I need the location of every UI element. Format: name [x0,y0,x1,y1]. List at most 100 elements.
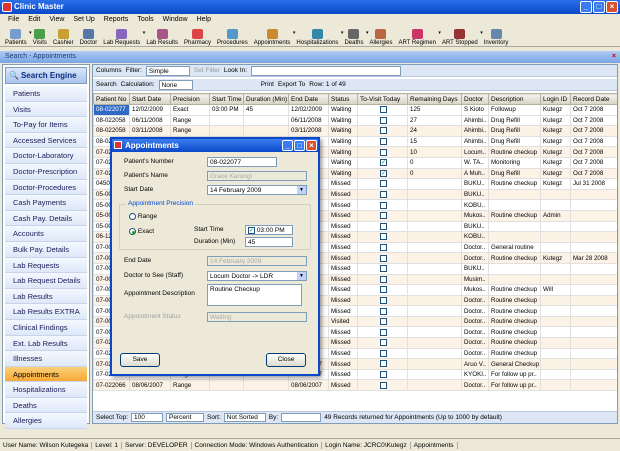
column-header[interactable]: Remaining Days [407,93,462,105]
column-header[interactable]: Login ID [540,93,571,105]
to-visit-checkbox[interactable] [380,349,387,357]
search-engine-header[interactable]: 🔍 Search Engine [5,67,87,84]
look-in-select[interactable] [251,65,402,76]
set-filter-button[interactable]: Set Filter [194,67,220,74]
chevron-down-icon[interactable]: ▼ [297,186,306,194]
sidebar-item-lab-results-extra[interactable]: Lab Results EXTRA [5,304,87,320]
close-section-icon[interactable]: × [612,51,616,63]
maximize-button[interactable]: □ [593,1,605,13]
duration-field[interactable]: 45 [245,237,293,247]
select-top-input[interactable]: 100 [131,413,164,422]
toolbar-lab-requests[interactable]: Lab Requests ▾ [100,24,145,46]
to-visit-checkbox[interactable] [380,233,387,241]
dialog-maximize-button[interactable]: □ [294,140,305,151]
to-visit-checkbox[interactable]: ✓ [380,159,387,167]
sidebar-item-lab-requests[interactable]: Lab Requests [5,257,87,274]
to-visit-checkbox[interactable] [380,381,387,389]
sidebar-item-deaths[interactable]: Deaths [5,397,87,414]
export-button[interactable]: Export To [278,81,305,88]
to-visit-checkbox[interactable] [380,318,387,326]
print-button[interactable]: Print [261,81,274,88]
doctor-select[interactable]: Locum Doctor -> LDR ▼ [207,271,307,281]
to-visit-checkbox[interactable] [380,180,387,188]
search-button[interactable]: Search [96,81,117,88]
toolbar-lab-results[interactable]: Lab Results [143,24,181,46]
column-header[interactable]: Duration (Min) [243,93,289,105]
sidebar-item-patients[interactable]: Patients [5,86,87,102]
toolbar-pharmacy[interactable]: Pharmacy [181,24,214,46]
minimize-button[interactable]: _ [580,1,592,13]
checkbox-icon[interactable]: ✓ [248,226,255,234]
sidebar-item-appointments[interactable]: Appointments [5,366,87,383]
toolbar-art-regimen[interactable]: ART Regimen ▾ [395,24,441,46]
to-visit-checkbox[interactable] [380,328,387,336]
patient-number-field[interactable]: 08-022077 [207,157,277,167]
description-textarea[interactable]: Routine Checkup [207,284,302,306]
sort-select[interactable]: Not Sorted [223,413,266,422]
toolbar-visits[interactable]: Visits [30,24,50,46]
sort-by-select[interactable] [281,413,322,422]
sidebar-item-allergies[interactable]: Allergies [5,413,87,430]
to-visit-checkbox[interactable] [380,127,387,135]
column-header[interactable]: Description [488,93,541,105]
calculation-select[interactable]: None [158,79,193,90]
to-visit-checkbox[interactable] [380,339,387,347]
start-time-field[interactable]: ✓ 03:00 PM [245,225,293,235]
to-visit-checkbox[interactable] [380,265,387,273]
toolbar-allergies[interactable]: Allergies [366,24,395,46]
column-header[interactable]: To-Visit Today [357,93,408,105]
toolbar-procedures[interactable]: Procedures [214,24,251,46]
to-visit-checkbox[interactable] [380,371,387,379]
save-button[interactable]: Save [120,353,160,367]
sidebar-item-accessed-services[interactable]: Accessed Services [5,132,87,149]
toolbar-hospitalizations[interactable]: Hospitalizations ▾ [293,24,343,46]
sidebar-item-to-pay-for-items[interactable]: To-Pay for Items [5,117,87,133]
to-visit-checkbox[interactable] [380,106,387,114]
column-header[interactable]: End Date [288,93,329,105]
to-visit-checkbox[interactable] [380,212,387,220]
filter-select[interactable]: Simple [145,65,190,76]
sidebar-item-bulk-pay-details[interactable]: Bulk Pay. Details [5,241,87,258]
column-header[interactable]: Patient No [93,93,130,105]
to-visit-checkbox[interactable] [380,296,387,304]
toolbar-deaths[interactable]: Deaths ▾ [341,24,368,46]
sidebar-item-hospitalizations[interactable]: Hospitalizations [5,382,87,398]
table-row[interactable]: 07-022066 08/06/2007 Range 08/06/2007 Missed… [93,379,617,392]
chevron-down-icon[interactable]: ▼ [297,272,306,280]
sidebar-item-lab-request-details[interactable]: Lab Request Details [5,273,87,289]
to-visit-checkbox[interactable] [380,190,387,198]
toolbar-appointments[interactable]: Appointments ▾ [251,24,295,46]
to-visit-checkbox[interactable] [380,116,387,124]
toolbar-doctor[interactable]: Doctor [77,24,101,46]
dialog-close-button[interactable]: × [306,140,317,151]
column-header[interactable]: Start Time [209,93,244,105]
close-button[interactable]: × [606,1,618,13]
column-header[interactable]: Record Date [570,93,617,105]
sidebar-item-lab-results[interactable]: Lab Results [5,288,87,305]
sidebar-item-ext-lab-results[interactable]: Ext. Lab Results [5,335,87,352]
sidebar-item-illnesses[interactable]: Illnesses [5,351,87,367]
to-visit-checkbox[interactable] [380,201,387,209]
sidebar-item-doctor-prescription[interactable]: Doctor-Prescription [5,163,87,180]
column-header[interactable]: Start Date [129,93,171,105]
sidebar-item-visits[interactable]: Visits [5,101,87,118]
to-visit-checkbox[interactable] [380,307,387,315]
start-date-picker[interactable]: 14 February 2009 ▼ [207,185,307,195]
to-visit-checkbox[interactable] [380,222,387,230]
exact-radio[interactable]: Exact [129,228,154,235]
column-header[interactable]: Doctor [461,93,489,105]
sidebar-item-cash-payments[interactable]: Cash Payments [5,195,87,211]
to-visit-checkbox[interactable] [380,254,387,262]
to-visit-checkbox[interactable] [380,138,387,145]
sidebar-item-doctor-laboratory[interactable]: Doctor-Laboratory [5,148,87,164]
percent-select[interactable]: Percent [166,413,205,422]
toolbar-patients[interactable]: Patients ▾ [2,24,32,46]
to-visit-checkbox[interactable] [380,286,387,294]
to-visit-checkbox[interactable]: ✓ [380,169,387,177]
sidebar-item-accounts[interactable]: Accounts [5,226,87,242]
sidebar-item-doctor-procedures[interactable]: Doctor-Procedures [5,179,87,196]
toolbar-inventory[interactable]: Inventory [481,24,512,46]
column-header[interactable]: Precision [170,93,210,105]
to-visit-checkbox[interactable] [380,148,387,156]
to-visit-checkbox[interactable] [380,243,387,251]
